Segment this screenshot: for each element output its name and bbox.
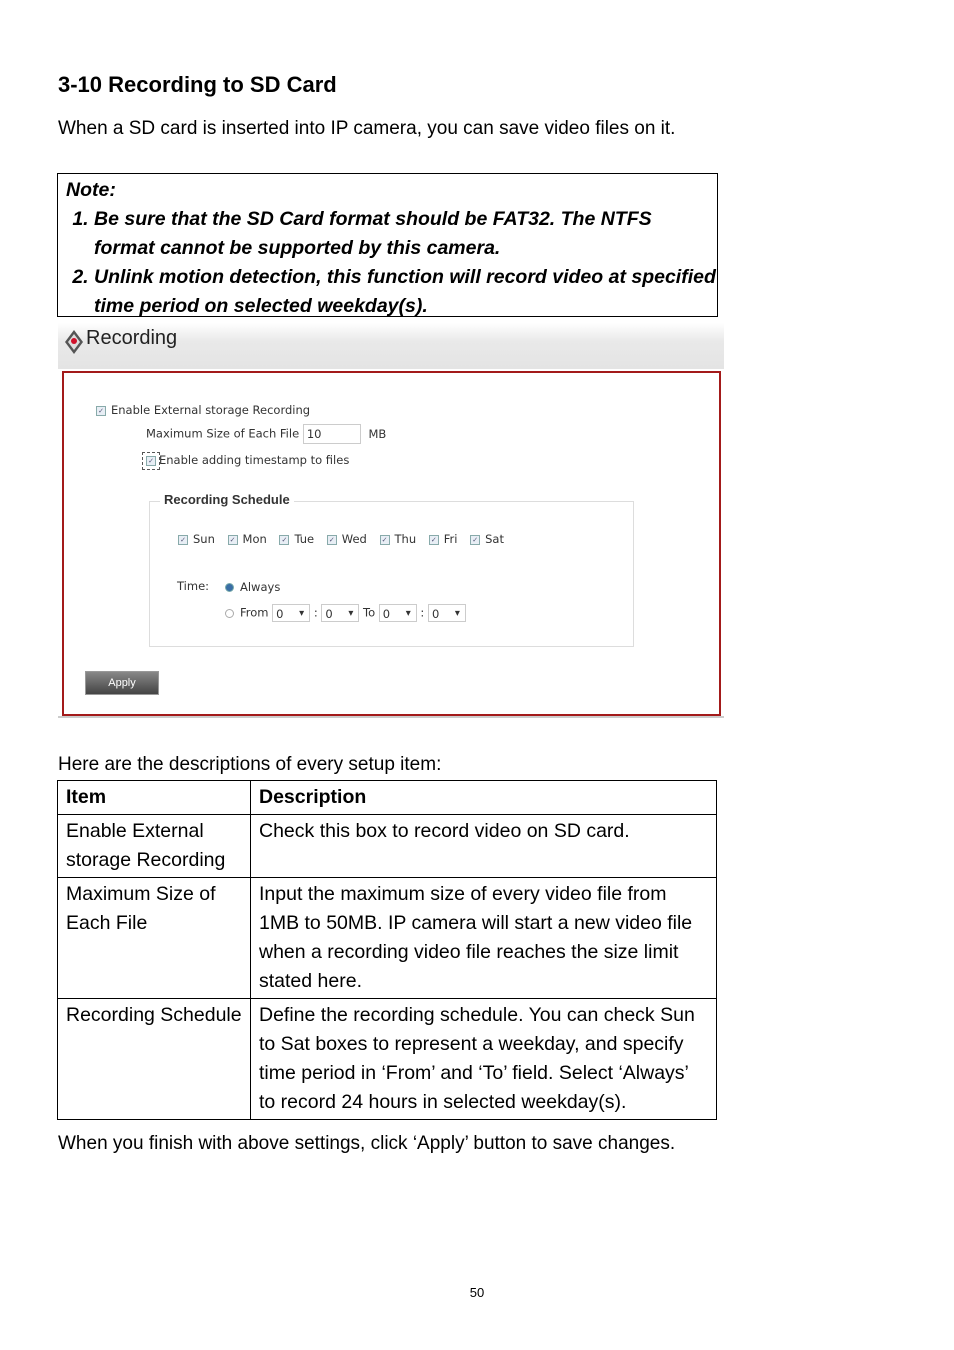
enable-recording-label: Enable External storage Recording bbox=[111, 403, 311, 417]
day-label: Sun bbox=[193, 532, 215, 546]
apply-button[interactable]: Apply bbox=[85, 671, 159, 695]
day-checkbox-thu[interactable]: ✓ bbox=[379, 534, 390, 545]
colon-separator: : bbox=[420, 605, 425, 620]
timestamp-label: Enable adding timestamp to files bbox=[159, 453, 350, 467]
day-checkbox-fri[interactable]: ✓ bbox=[428, 534, 439, 545]
recording-panel: ✓ Enable External storage Recording Maxim… bbox=[62, 371, 721, 716]
item-cell: Recording Schedule bbox=[57, 998, 251, 1120]
time-label: Time: bbox=[177, 579, 210, 593]
description-cell: Input the maximum size of every video fi… bbox=[250, 877, 717, 999]
timestamp-row: ✓ Enable adding timestamp to files bbox=[142, 451, 350, 470]
day-checkbox-mon[interactable]: ✓ bbox=[227, 534, 238, 545]
screenshot-header: Recording bbox=[58, 323, 724, 369]
to-minute-select[interactable]: 0 bbox=[427, 604, 466, 623]
note-item: Unlink motion detection, this function w… bbox=[94, 263, 717, 321]
camera-logo-icon bbox=[65, 330, 83, 354]
screenshot-title: Recording bbox=[86, 327, 178, 349]
from-minute-select[interactable]: 0 bbox=[321, 604, 360, 623]
recording-schedule-fieldset: Recording Schedule ✓ Sun ✓ Mon ✓ Tue ✓ Wed ✓… bbox=[149, 492, 634, 647]
timestamp-checkbox[interactable]: ✓ bbox=[142, 451, 160, 470]
day-checkbox-sat[interactable]: ✓ bbox=[470, 534, 481, 545]
weekday-row: ✓ Sun ✓ Mon ✓ Tue ✓ Wed ✓ Thu ✓ Fri ✓ Sat bbox=[178, 532, 504, 546]
from-radio[interactable] bbox=[225, 608, 234, 618]
day-checkbox-sun[interactable]: ✓ bbox=[178, 534, 188, 545]
screenshot-divider bbox=[58, 716, 724, 718]
table-row: Maximum Size of Each File Input the maxi… bbox=[57, 877, 717, 999]
day-label: Thu bbox=[394, 532, 417, 546]
item-cell: Maximum Size of Each File bbox=[57, 877, 251, 999]
note-title: Note: bbox=[66, 179, 116, 201]
note-box: Note: Be sure that the SD Card format sh… bbox=[57, 173, 718, 317]
day-label: Wed bbox=[341, 532, 367, 546]
table-header-row: Item Description bbox=[57, 780, 717, 815]
enable-recording-row: ✓ Enable External storage Recording bbox=[96, 403, 310, 417]
section-title: 3-10 Recording to SD Card bbox=[58, 72, 337, 97]
day-label: Mon bbox=[242, 532, 267, 546]
always-row: Always bbox=[225, 580, 280, 594]
from-to-row: From 0 : 0 To 0 : 0 bbox=[225, 604, 466, 623]
description-cell: Check this box to record video on SD car… bbox=[250, 814, 717, 878]
to-hour-select[interactable]: 0 bbox=[378, 604, 417, 623]
to-label: To bbox=[363, 605, 376, 620]
colon-separator: : bbox=[313, 605, 318, 620]
description-cell: Define the recording schedule. You can c… bbox=[250, 998, 717, 1120]
descriptions-intro: Here are the descriptions of every setup… bbox=[58, 754, 442, 775]
column-header: Description bbox=[250, 780, 717, 815]
table-row: Recording Schedule Define the recording … bbox=[57, 998, 717, 1120]
day-label: Sat bbox=[485, 532, 504, 546]
intro-text: When a SD card is inserted into IP camer… bbox=[58, 118, 676, 139]
from-hour-select[interactable]: 0 bbox=[272, 604, 311, 623]
max-size-label: Maximum Size of Each File bbox=[146, 426, 300, 441]
note-item: Be sure that the SD Card format should b… bbox=[94, 205, 717, 263]
page-number: 50 bbox=[469, 1285, 485, 1300]
column-header: Item bbox=[57, 780, 251, 815]
day-checkbox-tue[interactable]: ✓ bbox=[279, 534, 290, 545]
always-radio[interactable] bbox=[225, 583, 234, 592]
item-cell: Enable External storage Recording bbox=[57, 814, 251, 878]
max-size-input[interactable]: 10 bbox=[302, 424, 361, 444]
table-row: Enable External storage Recording Check … bbox=[57, 814, 717, 878]
max-size-unit: MB bbox=[368, 426, 387, 441]
descriptions-table: Item Description Enable External storage… bbox=[57, 780, 717, 1120]
recording-screenshot: Recording ✓ Enable External storage Recor… bbox=[58, 323, 724, 718]
schedule-legend: Recording Schedule bbox=[160, 492, 294, 507]
max-size-row: Maximum Size of Each File 10 MB bbox=[146, 424, 386, 444]
always-label: Always bbox=[240, 580, 281, 594]
from-label: From bbox=[240, 605, 269, 620]
day-label: Tue bbox=[294, 532, 315, 546]
day-checkbox-wed[interactable]: ✓ bbox=[326, 534, 337, 545]
day-label: Fri bbox=[443, 532, 458, 546]
enable-recording-checkbox[interactable]: ✓ bbox=[96, 405, 106, 416]
closing-text: When you finish with above settings, cli… bbox=[58, 1133, 676, 1154]
